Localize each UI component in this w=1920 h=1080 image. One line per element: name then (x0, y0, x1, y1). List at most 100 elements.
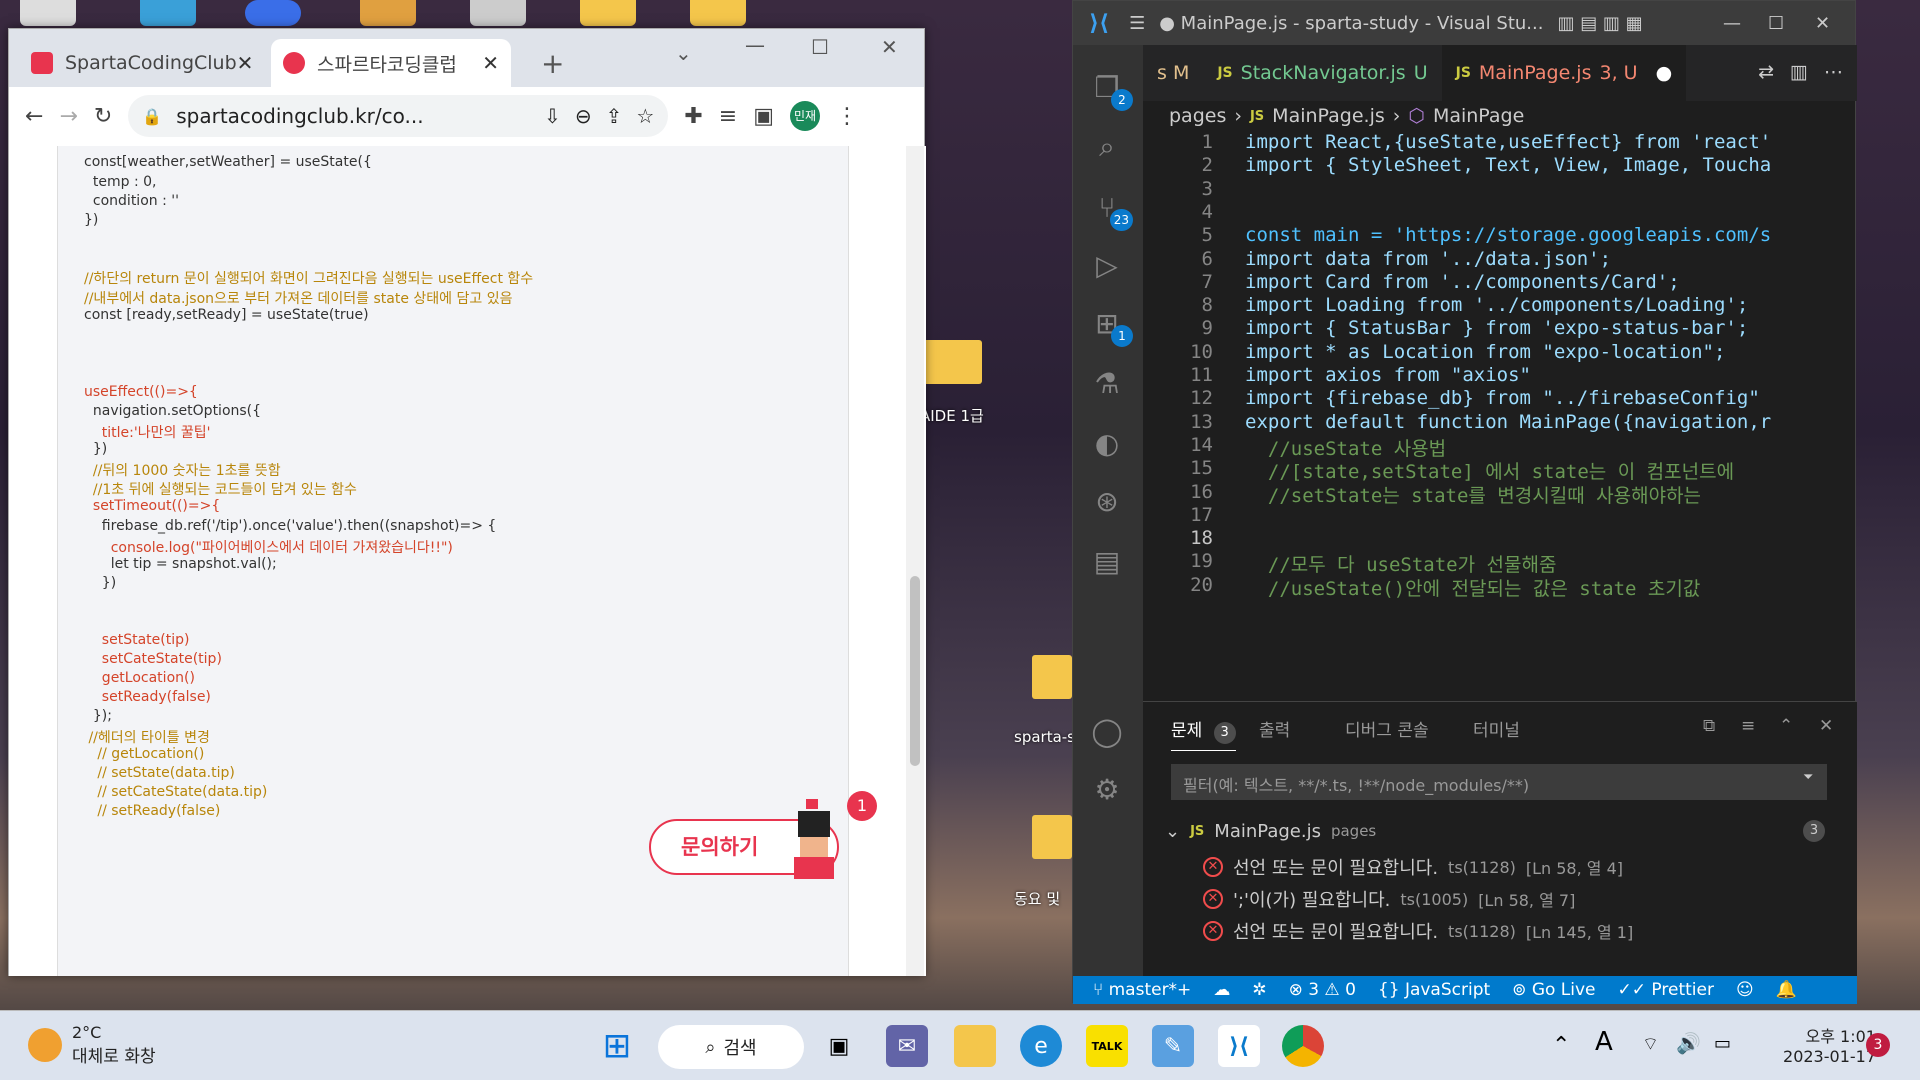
zoom-icon[interactable]: ⊖ (575, 104, 592, 128)
maximize-button[interactable]: ☐ (811, 35, 829, 59)
close-panel-icon[interactable]: ✕ (1819, 716, 1833, 736)
tab-debug-console[interactable]: 디버그 콘솔 (1345, 716, 1429, 741)
layout-icon[interactable]: ▥ ▤ ▥ ▦ (1557, 13, 1642, 34)
search-icon[interactable]: ⌕ (1087, 127, 1127, 167)
unsaved-dot-icon[interactable]: ● (1656, 62, 1673, 84)
teams-chat-icon[interactable]: ✉ (886, 1025, 928, 1067)
close-window-button[interactable]: ✕ (1815, 13, 1830, 34)
code-line[interactable]: import axios from "axios" (1245, 364, 1531, 386)
code-line[interactable]: const main = 'https://storage.googleapis… (1245, 224, 1771, 246)
profile-avatar[interactable]: 민재 (789, 101, 820, 131)
golive-status[interactable]: ⊚ Go Live (1512, 980, 1595, 1000)
share-icon[interactable]: ⇪ (606, 104, 623, 128)
view-as-list-icon[interactable]: ≡ (1741, 716, 1755, 736)
breadcrumb-folder[interactable]: pages (1169, 105, 1226, 127)
edge-icon[interactable]: ◐ (1087, 423, 1127, 463)
desktop-icon[interactable] (470, 0, 526, 26)
battery-icon[interactable]: ▭ (1714, 1033, 1731, 1054)
forward-icon[interactable]: → (59, 104, 77, 129)
feedback-icon[interactable]: ☺ (1736, 980, 1754, 1000)
tab-spartacodingclub[interactable]: SpartaCodingClub ✕ (19, 39, 259, 87)
address-bar[interactable]: 🔒 spartacodingclub.kr/co... ⇩ ⊖ ⇪ ☆ (128, 95, 669, 137)
notification-count-badge[interactable]: 3 (1866, 1033, 1890, 1057)
minimize-button[interactable]: — (1723, 13, 1741, 34)
code-line[interactable]: import { StatusBar } from 'expo-status-b… (1245, 317, 1748, 339)
folder-icon[interactable] (1032, 815, 1072, 859)
maximize-button[interactable]: ☐ (1768, 13, 1784, 34)
close-window-button[interactable]: ✕ (881, 35, 898, 59)
testing-icon[interactable]: ⚗ (1087, 363, 1127, 403)
explorer-icon[interactable]: ❐ 2 (1087, 67, 1133, 111)
compare-icon[interactable]: ⇄ (1750, 45, 1782, 101)
chevron-up-icon[interactable]: ⌃ (1552, 1033, 1570, 1058)
source-control-icon[interactable]: ⑂ 23 (1087, 187, 1133, 231)
tab-search-icon[interactable]: ⌄ (675, 41, 692, 65)
notifications-bell-icon[interactable]: 🔔 (1776, 980, 1797, 1000)
clock[interactable]: 오후 1:01 2023-01-17 (1760, 1023, 1876, 1066)
code-line[interactable]: import Card from '../components/Card'; (1245, 271, 1680, 293)
sidepanel-icon[interactable]: ▣ (753, 104, 774, 129)
git-graph-icon[interactable]: ⊛ (1087, 481, 1127, 521)
vscode-taskbar-icon[interactable]: ⟩⟨ (1218, 1025, 1260, 1067)
problem-item[interactable]: ✕ 선언 또는 문이 필요합니다. ts(1128) [Ln 145, 열 1] (1203, 918, 1633, 944)
file-explorer-icon[interactable] (954, 1025, 996, 1067)
kakaotalk-icon[interactable]: TALK (1086, 1025, 1128, 1067)
weather-widget[interactable]: 2°C 대체로 화창 (28, 1023, 156, 1067)
tab-sparta-kr[interactable]: 스파르타코딩클럽 ✕ (271, 39, 511, 87)
menu-icon[interactable]: ☰ (1129, 13, 1145, 34)
tab-problems[interactable]: 문제 3 (1171, 716, 1236, 751)
close-icon[interactable]: ✕ (237, 51, 254, 75)
problem-item[interactable]: ✕ 선언 또는 문이 필요합니다. ts(1128) [Ln 58, 열 4] (1203, 854, 1623, 880)
code-line[interactable]: import { StyleSheet, Text, View, Image, … (1245, 154, 1771, 176)
filter-icon[interactable]: ⏷ (1803, 770, 1813, 785)
prettier-status[interactable]: ✓✓ Prettier (1618, 980, 1714, 1000)
problems-filter-input[interactable]: 필터(예: 텍스트, **/*.ts, !**/node_modules/**) (1171, 764, 1827, 800)
tab-file-s[interactable]: s M (1143, 45, 1203, 101)
desktop-icon[interactable] (360, 0, 416, 26)
code-line[interactable]: import Loading from '../components/Loadi… (1245, 294, 1748, 316)
maximize-panel-icon[interactable]: ⌃ (1779, 716, 1793, 736)
more-actions-icon[interactable]: ⋯ (1816, 45, 1857, 101)
minimap[interactable] (1793, 131, 1839, 651)
mascot-icon[interactable] (784, 799, 844, 879)
code-line[interactable]: import * as Location from "expo-location… (1245, 341, 1725, 363)
code-line[interactable]: //useState()안에 전달되는 값은 state 초기값 (1245, 574, 1701, 601)
bookmark-star-icon[interactable]: ☆ (636, 104, 654, 128)
chrome-taskbar-icon[interactable] (1282, 1025, 1324, 1067)
extensions-icon[interactable]: ✚ (684, 104, 702, 129)
language-status[interactable]: {} JavaScript (1378, 980, 1490, 1000)
code-line[interactable]: import data from '../data.json'; (1245, 248, 1611, 270)
extensions-icon[interactable]: ⊞ 1 (1087, 303, 1133, 347)
code-line[interactable]: import {firebase_db} from "../firebaseCo… (1245, 387, 1760, 409)
collapse-all-icon[interactable]: ⧉ (1703, 716, 1715, 736)
wifi-icon[interactable]: ⌔ (1642, 1033, 1659, 1056)
notepad-icon[interactable]: ✎ (1152, 1025, 1194, 1067)
code-line[interactable]: import React,{useState,useEffect} from '… (1245, 131, 1771, 153)
volume-icon[interactable]: 🔊 (1676, 1031, 1701, 1055)
desktop-icon[interactable] (245, 0, 301, 26)
folder-icon[interactable] (1032, 655, 1072, 699)
close-icon[interactable]: ✕ (482, 51, 499, 75)
problems-status[interactable]: ⊗ 3 ⚠ 0 (1289, 980, 1356, 1000)
code-editor[interactable]: 1 import React,{useState,useEffect} from … (1143, 131, 1857, 701)
taskbar-search[interactable]: ⌕ 검색 (658, 1025, 804, 1069)
ime-indicator[interactable]: A (1595, 1027, 1613, 1057)
install-icon[interactable]: ⇩ (544, 104, 561, 128)
new-tab-button[interactable]: + (541, 47, 564, 80)
back-icon[interactable]: ← (25, 104, 43, 129)
start-windows-icon[interactable]: ⊞ (596, 1025, 638, 1067)
tab-stacknavigator[interactable]: JS StackNavigator.js U (1203, 45, 1441, 101)
account-icon[interactable]: ◯ (1087, 711, 1127, 751)
run-debug-icon[interactable]: ▷ (1087, 245, 1127, 285)
code-line[interactable]: //setState는 state를 변경시킬때 사용해야하는 (1245, 481, 1712, 508)
branch-status[interactable]: ⑂ master*+ (1093, 980, 1191, 1000)
desktop-icon[interactable] (580, 0, 636, 26)
split-editor-icon[interactable]: ▥ (1782, 45, 1816, 101)
breadcrumb-file[interactable]: MainPage.js (1272, 105, 1385, 127)
tab-terminal[interactable]: 터미널 (1473, 716, 1520, 741)
problem-item[interactable]: ✕ ';'이(가) 필요합니다. ts(1005) [Ln 58, 열 7] (1203, 886, 1575, 912)
minimize-button[interactable]: — (745, 33, 765, 57)
page-scrollbar[interactable] (906, 146, 924, 976)
media-icon[interactable]: ≡ (719, 104, 737, 129)
code-line[interactable]: export default function MainPage({naviga… (1245, 411, 1771, 433)
